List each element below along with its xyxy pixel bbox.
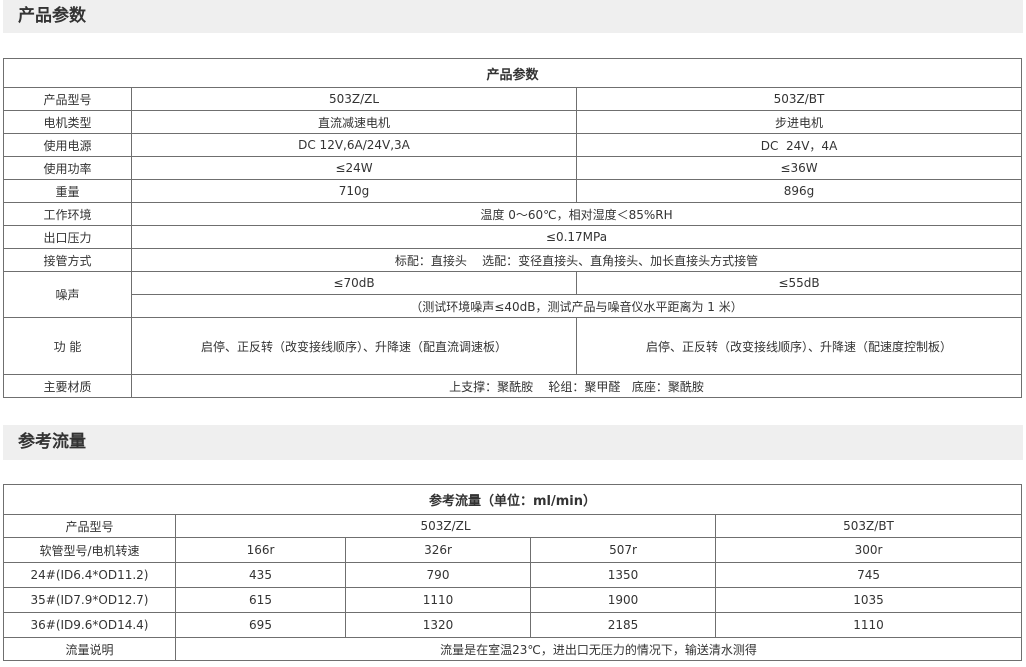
table-row: 接管方式 标配：直接头 选配：变径直接头、直角接头、加长直接头方式接管 [3,248,1022,272]
table-row: 工作环境 温度 0～60℃，相对湿度＜85%RH [3,202,1022,226]
table-row: 产品型号 503Z/ZL 503Z/BT [3,87,1022,111]
cell-value: 166r [175,537,346,563]
table-row: 电机类型 直流减速电机 步进电机 [3,110,1022,134]
cell-value: 503Z/ZL [175,514,716,538]
cell-value: 790 [345,562,531,588]
row-label: 软管型号/电机转速 [3,537,176,563]
table-row: 产品型号 503Z/ZL 503Z/BT [3,514,1023,538]
cell-value: DC 24V，4A [576,133,1022,157]
cell-value: ≤70dB [131,271,577,295]
cell-value: 326r [345,537,531,563]
row-label: 功 能 [3,317,132,375]
cell-value: 503Z/BT [714,514,1023,538]
row-label: 产品型号 [3,514,176,538]
row-label: 电机类型 [3,110,132,134]
cell-value: 标配：直接头 选配：变径直接头、直角接头、加长直接头方式接管 [131,248,1022,272]
cell-value: 507r [530,537,716,563]
row-label: 流量说明 [3,637,176,661]
flow-table-title: 参考流量（单位：ml/min） [2,484,1023,515]
cell-value: 695 [175,612,346,638]
params-table-title: 产品参数 [3,58,1022,88]
cell-value: ≤36W [576,156,1022,180]
section-header-flow: 参考流量 [3,425,1023,460]
table-row: 36#(ID9.6*OD14.4) 695 1320 2185 1110 [3,612,1023,638]
table-row: 噪声 ≤70dB ≤55dB [3,271,1022,318]
cell-value: 启停、正反转（改变接线顺序）、升降速（配直流调速板） [131,317,577,375]
cell-value: 1900 [530,587,716,613]
flow-title-row: 参考流量（单位：ml/min） [2,484,1023,515]
cell-value: 710g [131,179,577,203]
cell-value: 503Z/BT [576,87,1022,111]
cell-value: 步进电机 [576,110,1022,134]
table-row: （测试环境噪声≤40dB，测试产品与噪音仪水平距离为 1 米） [4,294,1022,318]
cell-value: 启停、正反转（改变接线顺序）、升降速（配速度控制板） [576,317,1022,375]
cell-value: 1110 [345,587,531,613]
table-row: 24#(ID6.4*OD11.2) 435 790 1350 745 [3,562,1023,588]
table-row: 流量说明 流量是在室温23℃，进出口无压力的情况下，输送清水测得 [3,637,1023,661]
cell-value: 温度 0～60℃，相对湿度＜85%RH [131,202,1022,226]
section-header-params: 产品参数 [3,0,1023,33]
row-label: 产品型号 [3,87,132,111]
row-label: 35#(ID7.9*OD12.7) [3,587,176,613]
cell-value: DC 12V,6A/24V,3A [131,133,577,157]
cell-value: 直流减速电机 [131,110,577,134]
cell-value: ≤0.17MPa [131,225,1022,249]
cell-note: （测试环境噪声≤40dB，测试产品与噪音仪水平距离为 1 米） [131,294,1022,318]
cell-value: 流量是在室温23℃，进出口无压力的情况下，输送清水测得 [174,637,1023,661]
table-row: 功 能 启停、正反转（改变接线顺序）、升降速（配直流调速板） 启停、正反转（改变… [3,317,1022,375]
row-label: 24#(ID6.4*OD11.2) [3,562,176,588]
row-label: 使用电源 [3,133,132,157]
table-row: 使用电源 DC 12V,6A/24V,3A DC 24V，4A [3,133,1022,157]
cell-value: 1350 [530,562,716,588]
table-row: 软管型号/电机转速 166r 326r 507r 300r [3,537,1023,563]
table-row: 主要材质 上支撑：聚酰胺 轮组：聚甲醛 底座：聚酰胺 [3,374,1022,398]
row-label: 出口压力 [3,225,132,249]
cell-value: ≤24W [131,156,577,180]
cell-value: 1035 [714,587,1023,613]
row-label: 噪声 [3,271,132,318]
cell-value: 2185 [530,612,716,638]
row-label: 36#(ID9.6*OD14.4) [3,612,176,638]
cell-value: 435 [175,562,346,588]
row-label: 接管方式 [3,248,132,272]
cell-value: 1320 [345,612,531,638]
cell-value: 上支撑：聚酰胺 轮组：聚甲醛 底座：聚酰胺 [131,374,1022,398]
row-label: 使用功率 [3,156,132,180]
table-row: 35#(ID7.9*OD12.7) 615 1110 1900 1035 [3,587,1023,613]
row-label: 重量 [3,179,132,203]
row-label: 工作环境 [3,202,132,226]
cell-value: 503Z/ZL [131,87,577,111]
params-table: 产品参数 产品型号 503Z/ZL 503Z/BT 电机类型 直流减速电机 步进… [3,58,1022,398]
cell-value: 615 [175,587,346,613]
cell-value: 300r [714,537,1023,563]
params-title-row: 产品参数 [3,58,1022,88]
table-row: 出口压力 ≤0.17MPa [3,225,1022,249]
table-row: 重量 710g 896g [3,179,1022,203]
table-row: 使用功率 ≤24W ≤36W [3,156,1022,180]
row-label: 主要材质 [3,374,132,398]
flow-table: 参考流量（单位：ml/min） 产品型号 503Z/ZL 503Z/BT 软管型… [2,484,1023,661]
cell-value: 896g [576,179,1022,203]
cell-value: 745 [714,562,1023,588]
cell-value: ≤55dB [576,271,1022,295]
cell-value: 1110 [714,612,1023,638]
